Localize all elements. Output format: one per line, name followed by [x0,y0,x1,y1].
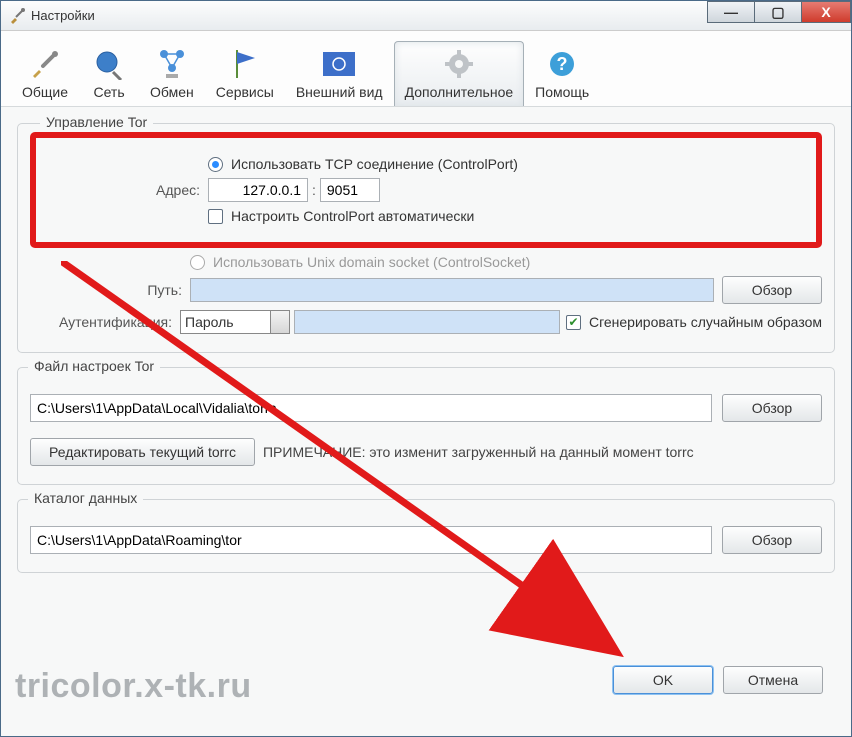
address-label: Адрес: [48,182,208,198]
group-title: Каталог данных [28,490,143,506]
row-socket-path: Путь: Обзор [30,276,822,304]
data-dir-group: Каталог данных Обзор [17,499,835,573]
radio-socket-label: Использовать Unix domain socket (Control… [213,254,530,270]
row-tcp-radio: Использовать TCP соединение (ControlPort… [48,156,804,172]
auth-label: Аутентификация: [30,314,180,330]
tab-label: Сеть [90,84,128,100]
tab-appearance[interactable]: Внешний вид [285,41,394,106]
checkbox-auto-label: Настроить ControlPort автоматически [231,208,474,224]
un-flag-icon [296,48,383,80]
tor-control-group: Управление Tor Использовать TCP соединен… [17,123,835,353]
checkbox-random[interactable] [566,315,581,330]
address-colon: : [308,182,320,198]
tools-icon [22,48,68,80]
row-data-path: Обзор [30,526,822,554]
tab-services[interactable]: Сервисы [205,41,285,106]
group-title: Управление Tor [40,114,153,130]
tab-label: Общие [22,84,68,100]
row-auto-controlport: Настроить ControlPort автоматически [48,208,804,224]
tab-label: Сервисы [216,84,274,100]
toolbar: Общие Сеть Обмен Сервисы Внешний вид Доп… [1,31,851,107]
help-icon: ? [535,48,589,80]
auth-select-value: Пароль [185,314,234,330]
tab-label: Обмен [150,84,194,100]
watermark-text: tricolor.x-tk.ru [15,667,252,706]
group-title: Файл настроек Tor [28,358,160,374]
app-icon [9,8,25,24]
highlight-box: Управление Tor Использовать TCP соединен… [30,132,822,248]
content-area: Управление Tor Использовать TCP соединен… [1,107,851,603]
window-title: Настройки [31,8,95,23]
radio-tcp-label: Использовать TCP соединение (ControlPort… [231,156,518,172]
titlebar[interactable]: Настройки — ▢ X [1,1,851,31]
row-address: Адрес: : [48,178,804,202]
port-input[interactable] [320,178,380,202]
gear-icon [405,48,514,80]
tab-advanced[interactable]: Дополнительное [394,41,525,106]
tab-network[interactable]: Сеть [79,41,139,106]
edit-torrc-button[interactable]: Редактировать текущий torrc [30,438,255,466]
tab-label: Внешний вид [296,84,383,100]
cancel-button[interactable]: Отмена [723,666,823,694]
socket-browse-button: Обзор [722,276,822,304]
torrc-group: Файл настроек Tor Обзор Редактировать те… [17,367,835,485]
window-buttons: — ▢ X [708,1,851,23]
dialog-buttons: OK Отмена [613,666,823,694]
globe-wrench-icon [90,48,128,80]
checkbox-random-label: Сгенерировать случайным образом [589,314,822,330]
radio-tcp[interactable] [208,157,223,172]
tab-sharing[interactable]: Обмен [139,41,205,106]
tab-label: Помощь [535,84,589,100]
row-torrc-path: Обзор [30,394,822,422]
network-nodes-icon [150,48,194,80]
radio-socket[interactable] [190,255,205,270]
address-input[interactable] [208,178,308,202]
tab-general[interactable]: Общие [11,41,79,106]
row-socket-radio: Использовать Unix domain socket (Control… [30,254,822,270]
minimize-button[interactable]: — [707,1,755,23]
tab-label: Дополнительное [405,84,514,100]
svg-text:?: ? [557,54,568,74]
socket-path-input [190,278,714,302]
maximize-button[interactable]: ▢ [754,1,802,23]
checkbox-auto-controlport[interactable] [208,209,223,224]
close-button[interactable]: X [801,1,851,23]
tab-help[interactable]: ? Помощь [524,41,600,106]
settings-window: Настройки — ▢ X Общие Сеть Обмен Сервисы… [0,0,852,737]
chevron-down-icon [276,317,284,323]
torrc-browse-button[interactable]: Обзор [722,394,822,422]
path-label: Путь: [30,282,190,298]
data-browse-button[interactable]: Обзор [722,526,822,554]
auth-password-input[interactable] [294,310,560,334]
data-path-input[interactable] [30,526,712,554]
row-auth: Аутентификация: Пароль Сгенерировать слу… [30,310,822,334]
auth-select[interactable]: Пароль [180,310,290,334]
torrc-note: ПРИМЕЧАНИЕ: это изменит загруженный на д… [263,444,694,460]
torrc-path-input[interactable] [30,394,712,422]
flag-icon [216,48,274,80]
row-edit-torrc: Редактировать текущий torrc ПРИМЕЧАНИЕ: … [30,438,822,466]
ok-button[interactable]: OK [613,666,713,694]
